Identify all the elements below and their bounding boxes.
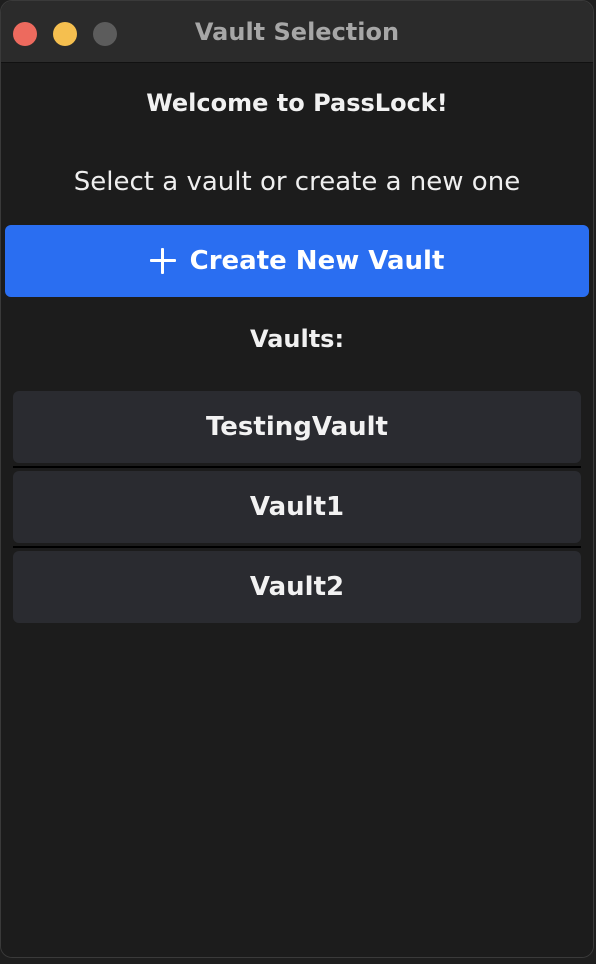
create-new-vault-button[interactable]: Create New Vault [5,225,589,297]
app-window: Vault Selection Welcome to PassLock! Sel… [0,0,594,958]
vault-item-vault1[interactable]: Vault1 [13,471,581,543]
vault-item-testingvault[interactable]: TestingVault [13,391,581,463]
vault-item-label: TestingVault [206,412,388,442]
plus-icon [149,248,176,274]
vault-item-vault2[interactable]: Vault2 [13,551,581,623]
instruction-text: Select a vault or create a new one [73,167,521,197]
title-bar[interactable]: Vault Selection [1,1,593,63]
window-title: Vault Selection [194,18,400,46]
vault-item-label: Vault1 [249,492,345,522]
vault-item-label: Vault2 [249,572,345,602]
divider [13,466,581,468]
create-new-vault-label: Create New Vault [189,246,445,276]
vaults-heading: Vaults: [249,325,345,353]
main-content: Welcome to PassLock! Select a vault or c… [1,63,593,957]
welcome-heading: Welcome to PassLock! [146,89,448,117]
divider [13,546,581,548]
vault-list: TestingVault Vault1 Vault2 [13,391,581,623]
